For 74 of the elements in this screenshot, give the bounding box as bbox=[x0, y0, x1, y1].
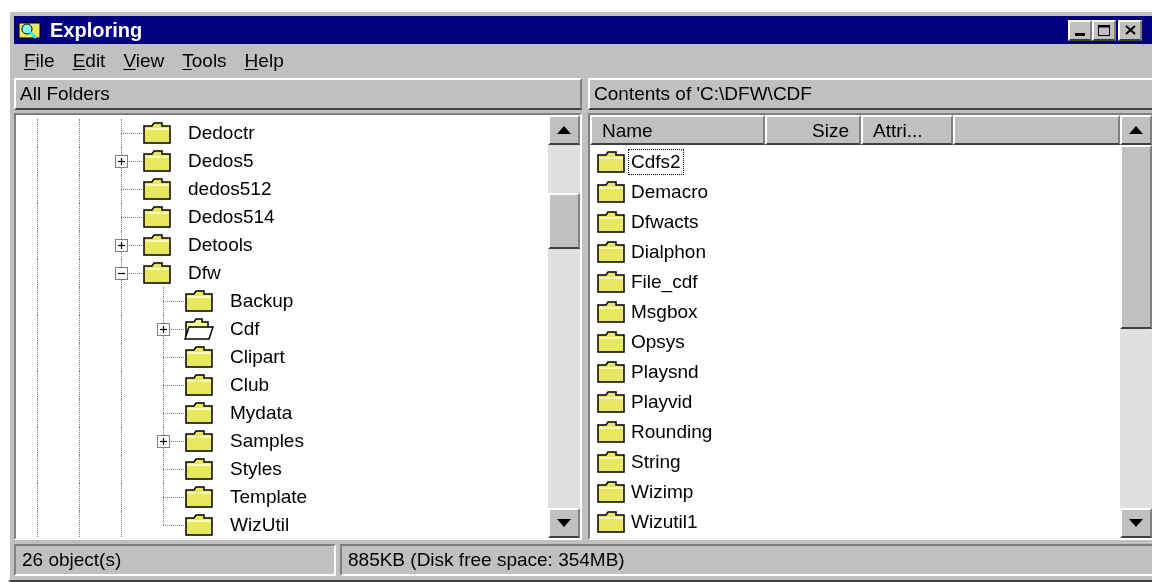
expand-icon[interactable] bbox=[115, 155, 128, 168]
file-name[interactable]: Msgbox bbox=[628, 299, 701, 325]
close-button[interactable] bbox=[1118, 19, 1142, 41]
menu-item[interactable]: Edit bbox=[66, 49, 112, 73]
folder-label[interactable]: Clipart bbox=[228, 345, 287, 369]
folder-icon bbox=[596, 150, 626, 174]
folder-label[interactable]: Mydata bbox=[228, 401, 295, 425]
scroll-thumb[interactable] bbox=[1120, 145, 1152, 329]
folder-label[interactable]: Dfw bbox=[186, 261, 223, 285]
folder-icon bbox=[596, 450, 626, 474]
folder-icon bbox=[596, 240, 626, 264]
file-name[interactable]: Dfwacts bbox=[628, 209, 702, 235]
file-name[interactable]: Playsnd bbox=[628, 359, 702, 385]
maximize-icon bbox=[1098, 24, 1110, 36]
folder-icon bbox=[596, 330, 626, 354]
folder-label[interactable]: Dedos5 bbox=[186, 149, 256, 173]
folder-label[interactable]: Backup bbox=[228, 289, 296, 313]
menu-item[interactable]: File bbox=[18, 49, 61, 73]
status-text: 26 object(s) bbox=[14, 544, 336, 576]
folder-icon bbox=[596, 300, 626, 324]
folder-icon bbox=[596, 480, 626, 504]
scrollbar[interactable] bbox=[1120, 115, 1152, 538]
pane-header: Contents of 'C:\DFW\CDF bbox=[588, 78, 1152, 110]
folder-label[interactable]: Samples bbox=[228, 429, 306, 453]
folder-label[interactable]: Cdf bbox=[228, 317, 262, 341]
column-header[interactable]: Attri... bbox=[861, 115, 953, 145]
menu-item[interactable]: Help bbox=[238, 49, 290, 73]
folder-label[interactable]: Styles bbox=[228, 457, 284, 481]
folder-label[interactable]: Club bbox=[228, 373, 272, 397]
folder-label[interactable]: WizUtil bbox=[228, 513, 292, 537]
folder-label[interactable]: dedos512 bbox=[186, 177, 274, 201]
close-icon bbox=[1124, 25, 1136, 35]
file-name[interactable]: Dialphon bbox=[628, 239, 709, 265]
folder-label[interactable]: Template bbox=[228, 485, 310, 509]
minimize-button[interactable] bbox=[1068, 19, 1092, 41]
folder-icon bbox=[596, 390, 626, 414]
file-name[interactable]: Demacro bbox=[628, 179, 712, 205]
folder-label[interactable]: Dedoctr bbox=[186, 121, 257, 145]
file-name[interactable]: Wizutil1 bbox=[628, 509, 701, 535]
menu-item[interactable]: Tools bbox=[176, 49, 233, 73]
scroll-thumb[interactable] bbox=[548, 193, 580, 249]
file-name[interactable]: Opsys bbox=[628, 329, 688, 355]
file-name[interactable]: File_cdf bbox=[628, 269, 701, 295]
folder-icon bbox=[596, 510, 626, 534]
expand-icon[interactable] bbox=[115, 239, 128, 252]
file-name[interactable]: Wizimp bbox=[628, 479, 697, 505]
menu-item[interactable]: View bbox=[117, 49, 171, 73]
folder-icon bbox=[596, 270, 626, 294]
file-name[interactable]: Rounding bbox=[628, 419, 716, 445]
folder-icon bbox=[596, 420, 626, 444]
expand-icon[interactable] bbox=[157, 435, 170, 448]
status-text: 885KB (Disk free space: 354MB) bbox=[340, 544, 1152, 576]
scroll-down-icon bbox=[1129, 519, 1143, 527]
scrollbar[interactable] bbox=[548, 115, 580, 538]
file-name[interactable]: Playvid bbox=[628, 389, 696, 415]
folder-label[interactable]: Dedos514 bbox=[186, 205, 277, 229]
maximize-button[interactable] bbox=[1092, 19, 1116, 41]
scroll-down-icon bbox=[557, 519, 571, 527]
minimize-icon bbox=[1075, 32, 1085, 36]
pane-header: All Folders bbox=[14, 78, 582, 110]
scroll-up-icon bbox=[557, 126, 571, 134]
file-name[interactable]: String bbox=[628, 449, 684, 475]
column-header[interactable]: Name bbox=[590, 115, 765, 145]
column-header[interactable]: Size bbox=[765, 115, 861, 145]
folder-icon bbox=[596, 210, 626, 234]
scroll-up-icon bbox=[1129, 126, 1143, 134]
window-title: Exploring bbox=[50, 20, 143, 40]
explorer-icon bbox=[18, 20, 42, 40]
file-name[interactable]: Cdfs2 bbox=[628, 149, 684, 175]
folder-icon bbox=[596, 180, 626, 204]
folder-icon bbox=[596, 360, 626, 384]
collapse-icon[interactable] bbox=[115, 267, 128, 280]
folder-label[interactable]: Detools bbox=[186, 233, 255, 257]
expand-icon[interactable] bbox=[157, 323, 170, 336]
